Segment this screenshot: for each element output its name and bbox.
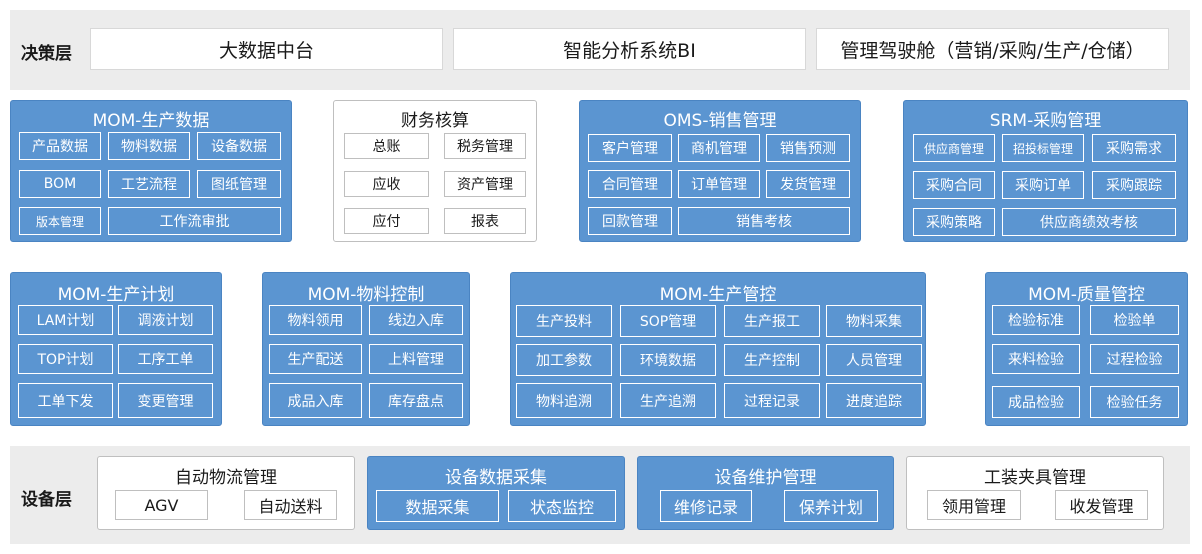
procurement-demand: 采购需求 [1092,134,1176,162]
data-collection: 数据采集 [376,490,499,522]
sales-assessment: 销售考核 [678,207,850,235]
personnel-management: 人员管理 [826,344,922,376]
repair-records: 维修记录 [660,490,752,522]
incoming-inspection: 来料检验 [992,344,1080,374]
panel-title: MOM-质量管控 [1028,285,1145,305]
bidding-management: 招投标管理 [1002,134,1084,162]
mom-production-plan-panel: MOM-生产计划 LAM计划 调液计划 TOP计划 工序工单 工单下发 变更管理 [10,272,222,426]
panel-title: OMS-销售管理 [663,111,777,131]
process-parameters: 加工参数 [516,344,612,376]
inspection-sheet: 检验单 [1090,305,1179,335]
workflow-approval: 工作流审批 [108,207,281,235]
procurement-contract: 采购合同 [913,171,995,199]
process-work-order: 工序工单 [118,344,213,374]
product-data: 产品数据 [19,132,101,160]
material-traceability: 物料追溯 [516,383,612,418]
decision-layer-band: 决策层 大数据中台 智能分析系统BI 管理驾驶舱（营销/采购/生产/仓储） [10,10,1190,90]
payment-management: 回款管理 [588,207,672,235]
mom-material-control-panel: MOM-物料控制 物料领用 线边入库 生产配送 上料管理 成品入库 库存盘点 [262,272,470,426]
equipment-data: 设备数据 [197,132,281,160]
tax-management: 税务管理 [444,133,526,159]
material-collection: 物料采集 [826,305,922,337]
drawing-management: 图纸管理 [197,170,281,198]
mom-production-control-panel: MOM-生产管控 生产投料 SOP管理 生产报工 物料采集 加工参数 环境数据 … [510,272,926,426]
equipment-maintenance-panel: 设备维护管理 维修记录 保养计划 [637,456,894,530]
work-order-dispatch: 工单下发 [18,383,113,418]
procurement-tracking: 采购跟踪 [1092,171,1176,199]
device-layer-label: 设备层 [21,490,72,510]
environment-data: 环境数据 [620,344,716,376]
finance-panel: 财务核算 总账 税务管理 应收 资产管理 应付 报表 [333,100,537,242]
material-data: 物料数据 [108,132,190,160]
liquid-plan: 调液计划 [118,305,213,335]
panel-title: MOM-生产管控 [659,285,777,305]
process-inspection: 过程检验 [1090,344,1179,374]
oms-sales-panel: OMS-销售管理 客户管理 商机管理 销售预测 合同管理 订单管理 发货管理 回… [579,100,861,242]
change-management: 变更管理 [118,383,213,418]
process-flow: 工艺流程 [108,170,190,198]
loading-management: 上料管理 [369,344,463,374]
finished-inspection: 成品检验 [992,386,1080,418]
panel-title: 设备维护管理 [714,468,817,488]
panel-title: 设备数据采集 [445,468,547,488]
agv: AGV [115,490,208,520]
payables: 应付 [344,208,429,234]
top-plan: TOP计划 [18,344,113,374]
general-ledger: 总账 [344,133,429,159]
process-records: 过程记录 [724,383,820,418]
srm-procurement-panel: SRM-采购管理 供应商管理 招投标管理 采购需求 采购合同 采购订单 采购跟踪… [903,100,1188,242]
status-monitoring: 状态监控 [508,490,616,522]
mom-production-data-panel: MOM-生产数据 产品数据 物料数据 设备数据 BOM 工艺流程 图纸管理 版本… [10,100,292,242]
production-feeding: 生产投料 [516,305,612,337]
progress-tracking: 进度追踪 [826,383,922,418]
lam-plan: LAM计划 [18,305,113,335]
material-requisition: 物料领用 [269,305,362,335]
production-control: 生产控制 [724,344,820,376]
panel-title: MOM-物料控制 [307,285,425,305]
customer-management: 客户管理 [588,134,672,162]
panel-title: 财务核算 [401,111,469,131]
production-traceability: 生产追溯 [620,383,716,418]
contract-management: 合同管理 [588,170,672,198]
bom: BOM [19,170,101,198]
supplier-performance: 供应商绩效考核 [1002,208,1176,236]
version-management: 版本管理 [19,207,101,235]
asset-management: 资产管理 [444,171,526,197]
sales-forecast: 销售预测 [766,134,850,162]
send-receive-management: 收发管理 [1055,490,1148,520]
panel-title: SRM-采购管理 [989,111,1102,131]
panel-title: MOM-生产计划 [57,285,175,305]
bi-system: 智能分析系统BI [453,28,806,70]
procurement-order: 采购订单 [1002,171,1084,199]
supplier-management: 供应商管理 [913,134,995,162]
panel-title: 自动物流管理 [175,468,277,488]
management-cockpit: 管理驾驶舱（营销/采购/生产/仓储） [816,28,1169,70]
panel-title: MOM-生产数据 [92,111,210,131]
order-management: 订单管理 [678,170,760,198]
production-reporting: 生产报工 [724,305,820,337]
auto-logistics-panel: 自动物流管理 AGV 自动送料 [97,456,355,530]
production-delivery: 生产配送 [269,344,362,374]
line-side-storage: 线边入库 [369,305,463,335]
inventory-count: 库存盘点 [369,383,463,418]
tooling-fixture-panel: 工装夹具管理 领用管理 收发管理 [906,456,1164,530]
receivables: 应收 [344,171,429,197]
finished-goods-storage: 成品入库 [269,383,362,418]
panel-title: 工装夹具管理 [984,468,1086,488]
inspection-standard: 检验标准 [992,305,1080,335]
opportunity-management: 商机管理 [678,134,760,162]
auto-feeding: 自动送料 [244,490,337,520]
reports: 报表 [444,208,526,234]
delivery-management: 发货管理 [766,170,850,198]
sop-management: SOP管理 [620,305,716,337]
big-data-platform: 大数据中台 [90,28,443,70]
equipment-data-collection-panel: 设备数据采集 数据采集 状态监控 [367,456,625,530]
procurement-strategy: 采购策略 [913,208,995,236]
inspection-task: 检验任务 [1090,386,1179,418]
decision-layer-label: 决策层 [21,44,72,64]
requisition-management: 领用管理 [927,490,1021,520]
maintenance-plan: 保养计划 [784,490,878,522]
mom-quality-control-panel: MOM-质量管控 检验标准 检验单 来料检验 过程检验 成品检验 检验任务 [985,272,1188,426]
